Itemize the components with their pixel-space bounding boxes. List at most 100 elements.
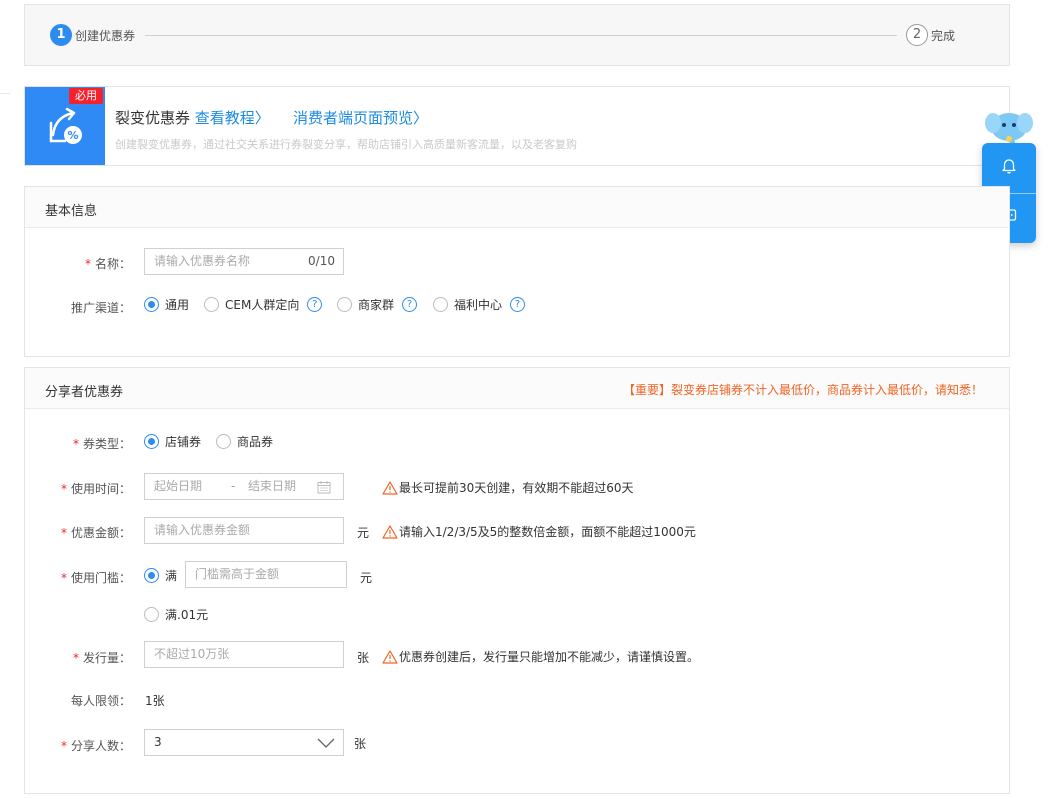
channel-option-cem[interactable]: CEM人群定向 ?	[204, 296, 323, 313]
issue-unit: 张	[357, 651, 370, 665]
channel-label: 推广渠道：	[70, 301, 131, 315]
required-mark: *	[60, 482, 67, 496]
coupon-type-shop-label: 店铺券	[165, 435, 202, 449]
issue-quantity-input[interactable]: 不超过10万张	[144, 641, 344, 668]
warning-icon	[382, 649, 398, 664]
coupon-type-product[interactable]: 商品券	[216, 433, 273, 450]
required-mark: *	[60, 739, 67, 753]
radio-unchecked[interactable]	[337, 297, 352, 312]
per-person-limit-label: 每人限领：	[70, 694, 131, 708]
coupon-name-placeholder: 请输入优惠券名称	[154, 254, 251, 268]
basic-info-section: 基本信息 * 名称： 请输入优惠券名称 0/10 推广渠道： 通用 CEM人群定向…	[24, 186, 1010, 357]
step-1-label: 创建优惠券	[75, 29, 136, 43]
must-use-tag: 必用	[69, 88, 103, 104]
threshold-placeholder: 门槛需高于金额	[195, 567, 280, 581]
banner-title: 裂变优惠券 查看教程〉	[115, 107, 270, 128]
share-count-label: * 分享人数：	[45, 737, 131, 754]
banner-description: 创建裂变优惠券，通过社交关系进行券裂变分享，帮助店铺引入高质量新客流量，以及老客…	[115, 138, 577, 151]
threshold-option-full[interactable]: 满	[144, 567, 177, 584]
bell-icon[interactable]	[1000, 157, 1018, 175]
date-separator: -	[231, 479, 236, 493]
channel-option-general[interactable]: 通用	[144, 296, 189, 313]
radio-checked[interactable]	[144, 568, 159, 583]
radio-unchecked[interactable]	[433, 297, 448, 312]
coupon-name-input[interactable]: 请输入优惠券名称 0/10	[144, 248, 344, 275]
required-mark: *	[60, 571, 67, 585]
step-2-label: 完成	[931, 29, 956, 43]
svg-text:%: %	[67, 129, 78, 142]
elephant-mascot-icon	[985, 113, 1033, 144]
name-label: * 名称：	[65, 255, 131, 272]
channel-option-welfare-center[interactable]: 福利中心 ?	[433, 296, 526, 313]
end-date-placeholder: 结束日期	[248, 479, 297, 493]
per-person-limit-value: 1张	[145, 694, 165, 708]
use-time-warning-text: 最长可提前30天创建，有效期不能超过60天	[399, 481, 634, 495]
banner-title-text: 裂变优惠券	[115, 109, 191, 127]
radio-unchecked[interactable]	[144, 607, 159, 622]
basic-info-title: 基本信息	[45, 204, 98, 219]
threshold-label-text: 使用门槛：	[70, 571, 131, 585]
threshold-option-min[interactable]: 满.01元	[144, 606, 208, 623]
help-icon[interactable]: ?	[402, 297, 418, 312]
issue-quantity-placeholder: 不超过10万张	[154, 647, 230, 661]
issue-warning: 优惠券创建后，发行量只能增加不能减少，请谨慎设置。	[382, 648, 699, 665]
sharer-coupon-header: 分享者优惠券 【重要】裂变券店铺券不计入最低价，商品券计入最低价，请知悉！	[25, 368, 1009, 409]
step-connector	[145, 35, 897, 36]
coupon-type-shop[interactable]: 店铺券	[144, 433, 201, 450]
channel-welfare-center-label: 福利中心	[454, 298, 503, 312]
progress-steps: 1 创建优惠券 2 完成	[24, 4, 1010, 66]
use-time-label-text: 使用时间：	[70, 482, 131, 496]
threshold-full-label: 满	[165, 569, 178, 583]
tutorial-link[interactable]: 查看教程〉	[195, 109, 270, 127]
coupon-amount-input[interactable]: 请输入优惠券金额	[144, 517, 344, 544]
date-range-picker[interactable]: 起始日期 - 结束日期	[144, 473, 344, 500]
required-mark: *	[60, 526, 67, 540]
channel-option-merchant-group[interactable]: 商家群 ?	[337, 296, 418, 313]
coupon-type-label: * 券类型：	[55, 435, 131, 452]
warning-icon	[382, 524, 398, 539]
channel-general-label: 通用	[165, 298, 190, 312]
calendar-icon	[317, 481, 331, 494]
radio-unchecked[interactable]	[204, 297, 219, 312]
use-time-warning: 最长可提前30天创建，有效期不能超过60天	[382, 479, 634, 496]
warning-icon	[382, 480, 398, 495]
name-char-counter: 0/10	[308, 254, 335, 268]
help-icon[interactable]: ?	[510, 297, 526, 312]
threshold-amount-input[interactable]: 门槛需高于金额	[185, 561, 347, 588]
start-date-placeholder: 起始日期	[154, 479, 203, 493]
radio-checked[interactable]	[144, 297, 159, 312]
coupon-type-product-label: 商品券	[237, 435, 274, 449]
amount-warning: 请输入1/2/3/5及5的整数倍金额，面额不能超过1000元	[382, 523, 696, 540]
threshold-min-label: 满.01元	[165, 608, 209, 622]
coupon-banner: % 必用 裂变优惠券 查看教程〉 消费者端页面预览〉 创建裂变优惠券，通过社交关…	[24, 86, 1010, 166]
help-icon[interactable]: ?	[307, 297, 323, 312]
required-mark: *	[72, 651, 79, 665]
coupon-amount-placeholder: 请输入优惠券金额	[154, 523, 251, 537]
coupon-type-label-text: 券类型：	[82, 437, 131, 451]
consumer-preview-link[interactable]: 消费者端页面预览〉	[293, 107, 428, 128]
step-1-number: 1	[50, 24, 72, 46]
amount-label: * 优惠金额：	[45, 524, 131, 541]
amount-warning-text: 请输入1/2/3/5及5的整数倍金额，面额不能超过1000元	[399, 525, 696, 539]
share-count-value: 3	[154, 735, 162, 749]
issue-label-text: 发行量：	[82, 651, 131, 665]
important-note: 【重要】裂变券店铺券不计入最低价，商品券计入最低价，请知悉！	[622, 383, 983, 397]
threshold-unit: 元	[360, 571, 373, 585]
issue-warning-text: 优惠券创建后，发行量只能增加不能减少，请谨慎设置。	[399, 650, 700, 664]
use-time-label: * 使用时间：	[45, 480, 131, 497]
channel-cem-label: CEM人群定向	[225, 298, 300, 312]
share-count-unit: 张	[354, 737, 367, 751]
amount-unit: 元	[357, 526, 370, 540]
amount-label-text: 优惠金额：	[70, 526, 131, 540]
chevron-down-icon	[317, 738, 335, 748]
required-mark: *	[84, 257, 91, 271]
share-count-select[interactable]: 3	[144, 729, 344, 756]
name-label-text: 名称：	[94, 257, 131, 271]
share-count-label-text: 分享人数：	[70, 739, 131, 753]
step-2-number: 2	[906, 24, 928, 46]
radio-checked[interactable]	[144, 434, 159, 449]
sharer-coupon-title: 分享者优惠券	[45, 385, 124, 400]
split-coupon-icon: % 必用	[25, 87, 105, 165]
channel-merchant-group-label: 商家群	[358, 298, 395, 312]
radio-unchecked[interactable]	[216, 434, 231, 449]
